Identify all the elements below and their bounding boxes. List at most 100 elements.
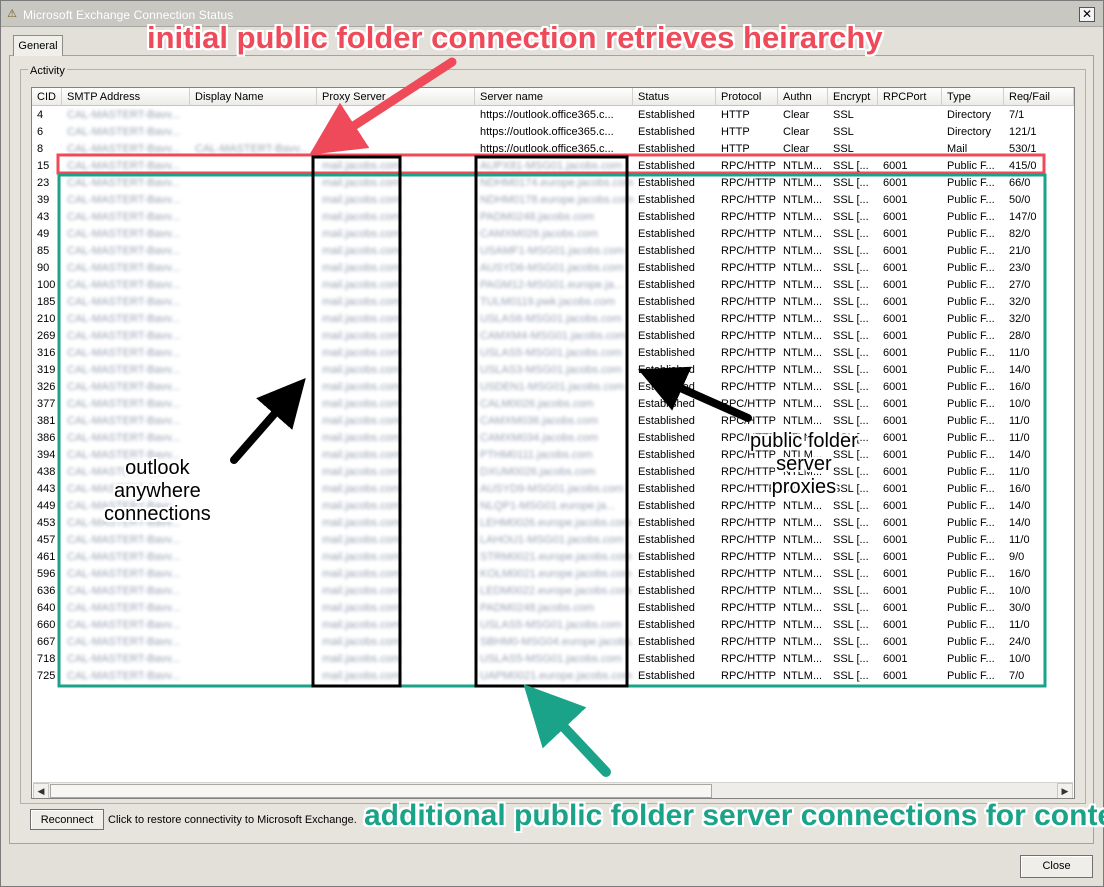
table-row[interactable]: 718 CAL-MASTERT-Bavv... mail.jacobs.com USL…: [32, 651, 1074, 668]
scroll-right-icon[interactable]: ▶: [1057, 783, 1073, 798]
column-header[interactable]: Encrypt: [828, 88, 878, 106]
table-row[interactable]: 210 CAL-MASTERT-Bavv... mail.jacobs.com USL…: [32, 311, 1074, 328]
cell-encrypt: SSL [...: [833, 398, 869, 410]
connection-list[interactable]: CID SMTP Address Display Name Proxy Server S…: [31, 87, 1075, 799]
table-row[interactable]: 90 CAL-MASTERT-Bavv... mail.jacobs.com AUSY…: [32, 260, 1074, 277]
cell-display: [190, 209, 317, 226]
close-button[interactable]: Close: [1020, 855, 1093, 878]
table-row[interactable]: 636 CAL-MASTERT-Bavv... mail.jacobs.com LED…: [32, 583, 1074, 600]
column-header[interactable]: Status: [633, 88, 716, 106]
column-header[interactable]: Server name: [475, 88, 633, 106]
table-row[interactable]: 640 CAL-MASTERT-Bavv... mail.jacobs.com PAD…: [32, 600, 1074, 617]
table-row[interactable]: 39 CAL-MASTERT-Bavv... mail.jacobs.com NDHM…: [32, 192, 1074, 209]
tab-general[interactable]: General: [13, 35, 63, 56]
table-row[interactable]: 4 CAL-MASTERT-Bavv... https://outlook.offi…: [32, 107, 1074, 124]
table-row[interactable]: 461 CAL-MASTERT-Bavv... mail.jacobs.com STR…: [32, 549, 1074, 566]
cell-type: Public F...: [947, 534, 995, 546]
cell-proxy: mail.jacobs.com: [322, 296, 401, 308]
table-row[interactable]: 319 CAL-MASTERT-Bavv... mail.jacobs.com USL…: [32, 362, 1074, 379]
reconnect-button[interactable]: Reconnect: [30, 809, 104, 830]
table-row[interactable]: 596 CAL-MASTERT-Bavv... mail.jacobs.com KOL…: [32, 566, 1074, 583]
cell-reqfail: 121/1: [1009, 126, 1037, 138]
table-row[interactable]: 49 CAL-MASTERT-Bavv... mail.jacobs.com CAMX…: [32, 226, 1074, 243]
cell-type: Public F...: [947, 449, 995, 461]
cell-authn: NTLM...: [783, 330, 823, 342]
cell-protocol: RPC/HTTP: [721, 670, 776, 682]
cell-smtp: CAL-MASTERT-Bavv...: [67, 551, 181, 563]
cell-smtp: CAL-MASTERT-Bavv...: [67, 126, 181, 138]
table-row[interactable]: 660 CAL-MASTERT-Bavv... mail.jacobs.com USL…: [32, 617, 1074, 634]
cell-reqfail: 11/0: [1009, 619, 1030, 631]
cell-proxy: mail.jacobs.com: [322, 551, 401, 563]
table-row[interactable]: 269 CAL-MASTERT-Bavv... mail.jacobs.com CAM…: [32, 328, 1074, 345]
cell-reqfail: 14/0: [1009, 364, 1031, 376]
table-row[interactable]: 15 CAL-MASTERT-Bavv... mail.jacobs.com AUPX…: [32, 158, 1074, 175]
list-header: CID SMTP Address Display Name Proxy Server S…: [32, 88, 1074, 106]
cell-protocol: RPC/HTTP: [721, 381, 776, 393]
table-row[interactable]: 381 CAL-MASTERT-Bavv... mail.jacobs.com CAM…: [32, 413, 1074, 430]
cell-server: LAHOU1-MSG01.jacobs.com: [480, 534, 624, 546]
table-row[interactable]: 316 CAL-MASTERT-Bavv... mail.jacobs.com USL…: [32, 345, 1074, 362]
table-row[interactable]: 667 CAL-MASTERT-Bavv... mail.jacobs.com SBH…: [32, 634, 1074, 651]
table-row[interactable]: 377 CAL-MASTERT-Bavv... mail.jacobs.com CAL…: [32, 396, 1074, 413]
scroll-left-icon[interactable]: ◀: [33, 783, 49, 798]
table-row[interactable]: 85 CAL-MASTERT-Bavv... mail.jacobs.com USAM…: [32, 243, 1074, 260]
column-header[interactable]: RPCPort: [878, 88, 942, 106]
cell-authn: NTLM...: [783, 653, 823, 665]
column-header[interactable]: Proxy Server: [317, 88, 475, 106]
cell-proxy: mail.jacobs.com: [322, 415, 401, 427]
close-icon[interactable]: ✕: [1079, 7, 1095, 22]
cell-display: [190, 158, 317, 175]
cell-display: [190, 617, 317, 634]
cell-rpcport: 6001: [883, 517, 908, 529]
cell-type: Public F...: [947, 619, 995, 631]
cell-rpcport: 6001: [883, 211, 908, 223]
cell-status: Established: [638, 585, 695, 597]
cell-status: Established: [638, 500, 695, 512]
column-header[interactable]: SMTP Address: [62, 88, 190, 106]
column-header[interactable]: CID: [32, 88, 62, 106]
table-row[interactable]: 100 CAL-MASTERT-Bavv... mail.jacobs.com PAG…: [32, 277, 1074, 294]
cell-rpcport: 6001: [883, 483, 908, 495]
table-row[interactable]: 8 CAL-MASTERT-Bavv... CAL-MASTERT-Bavv... h…: [32, 141, 1074, 158]
cell-encrypt: SSL [...: [833, 262, 869, 274]
cell-rpcport: 6001: [883, 449, 908, 461]
cell-status: Established: [638, 636, 695, 648]
cell-rpcport: 6001: [883, 194, 908, 206]
cell-proxy: mail.jacobs.com: [322, 483, 401, 495]
cell-smtp: CAL-MASTERT-Bavv...: [67, 313, 181, 325]
column-header[interactable]: Type: [942, 88, 1004, 106]
cell-display: [190, 124, 317, 141]
cell-encrypt: SSL [...: [833, 602, 869, 614]
cell-proxy: mail.jacobs.com: [322, 449, 401, 461]
cell-display: [190, 634, 317, 651]
cell-display: [190, 600, 317, 617]
cell-type: Mail: [947, 143, 968, 155]
column-header[interactable]: Authn: [778, 88, 828, 106]
cell-encrypt: SSL [...: [833, 619, 869, 631]
table-row[interactable]: 725 CAL-MASTERT-Bavv... mail.jacobs.com UAP…: [32, 668, 1074, 685]
cell-authn: NTLM...: [783, 534, 823, 546]
cell-authn: NTLM...: [783, 381, 823, 393]
column-header[interactable]: Req/Fail: [1004, 88, 1074, 106]
cell-proxy: mail.jacobs.com: [322, 398, 401, 410]
table-row[interactable]: 43 CAL-MASTERT-Bavv... mail.jacobs.com PADM…: [32, 209, 1074, 226]
cell-status: Established: [638, 211, 695, 223]
table-row[interactable]: 185 CAL-MASTERT-Bavv... mail.jacobs.com TUL…: [32, 294, 1074, 311]
column-header[interactable]: Display Name: [190, 88, 317, 106]
column-header[interactable]: Protocol: [716, 88, 778, 106]
cell-display: [190, 175, 317, 192]
cell-reqfail: 16/0: [1009, 381, 1031, 393]
cell-proxy: mail.jacobs.com: [322, 279, 401, 291]
table-row[interactable]: 23 CAL-MASTERT-Bavv... mail.jacobs.com NDHM…: [32, 175, 1074, 192]
cell-status: Established: [638, 568, 695, 580]
table-row[interactable]: 386 CAL-MASTERT-Bavv... mail.jacobs.com CAM…: [32, 430, 1074, 447]
cell-protocol: RPC/HTTP: [721, 177, 776, 189]
table-row[interactable]: 457 CAL-MASTERT-Bavv... mail.jacobs.com LAH…: [32, 532, 1074, 549]
scroll-thumb[interactable]: [50, 784, 712, 798]
table-row[interactable]: 6 CAL-MASTERT-Bavv... https://outlook.offi…: [32, 124, 1074, 141]
horizontal-scrollbar[interactable]: ◀ ▶: [33, 782, 1073, 798]
cell-cid: 316: [37, 347, 56, 359]
table-row[interactable]: 326 CAL-MASTERT-Bavv... mail.jacobs.com USD…: [32, 379, 1074, 396]
cell-reqfail: 11/0: [1009, 466, 1030, 478]
